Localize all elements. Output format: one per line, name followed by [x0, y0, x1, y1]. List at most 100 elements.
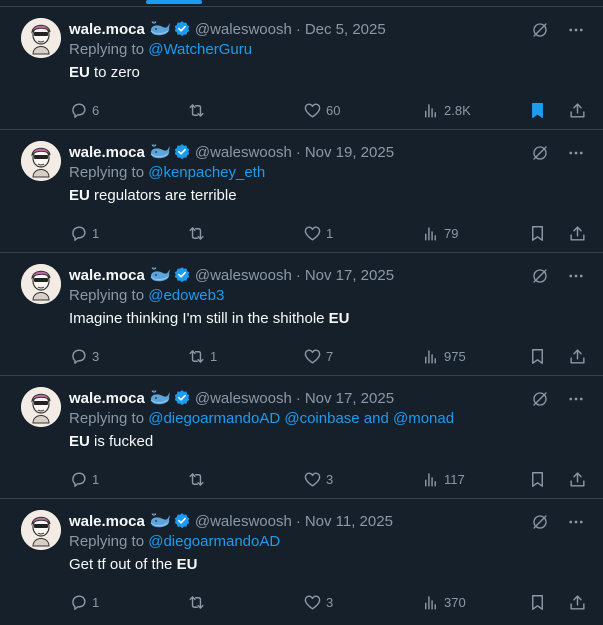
reply-mention-link[interactable]: @diegoarmandoAD — [148, 533, 280, 550]
tweet[interactable]: wale.moca @waleswoosh · — [0, 129, 603, 252]
grok-icon[interactable] — [531, 21, 549, 44]
reply-icon — [69, 347, 88, 366]
tweet-text: Imagine thinking I'm still in the shitho… — [69, 310, 589, 332]
tweet-text-part: EU — [69, 187, 90, 204]
retweet-icon — [187, 470, 206, 489]
bookmark-button[interactable] — [528, 470, 547, 489]
retweet-icon — [187, 101, 206, 120]
more-icon[interactable] — [567, 267, 585, 290]
avatar[interactable] — [21, 141, 61, 181]
verified-badge-icon[interactable] — [173, 266, 191, 284]
timestamp[interactable]: Nov 17, 2025 — [305, 267, 394, 284]
display-name[interactable]: wale.moca — [69, 144, 145, 161]
reply-count: 1 — [92, 472, 100, 487]
timestamp[interactable]: Nov 19, 2025 — [305, 144, 394, 161]
share-button[interactable] — [568, 101, 587, 120]
share-icon — [568, 101, 587, 120]
views-icon — [421, 224, 440, 243]
share-button[interactable] — [568, 224, 587, 243]
share-button[interactable] — [568, 593, 587, 612]
verified-badge-icon[interactable] — [173, 512, 191, 530]
verified-badge-icon[interactable] — [173, 143, 191, 161]
avatar[interactable] — [21, 510, 61, 550]
heart-icon — [303, 101, 322, 120]
views-button[interactable]: 975 — [421, 347, 466, 366]
heart-icon — [303, 224, 322, 243]
like-button[interactable]: 3 — [303, 470, 333, 489]
retweet-icon — [187, 593, 206, 612]
tweet[interactable]: wale.moca @waleswoosh · — [0, 252, 603, 375]
reply-button[interactable]: 1 — [69, 224, 99, 243]
handle[interactable]: @waleswoosh — [195, 513, 292, 530]
display-name[interactable]: wale.moca — [69, 513, 145, 530]
tweet-actions: 3 1 7 975 — [69, 347, 587, 367]
retweet-button[interactable] — [187, 470, 210, 489]
avatar[interactable] — [21, 387, 61, 427]
views-count: 975 — [444, 349, 466, 364]
retweet-button[interactable] — [187, 101, 210, 120]
replying-to: Replying to @WatcherGuru — [69, 41, 589, 62]
more-icon[interactable] — [567, 144, 585, 167]
bookmark-button[interactable] — [528, 593, 547, 612]
tweet[interactable]: wale.moca @waleswoosh · — [0, 498, 603, 621]
tweet[interactable]: wale.moca @waleswoosh · — [0, 6, 603, 129]
tweet[interactable]: wale.moca @waleswoosh · — [0, 375, 603, 498]
display-name[interactable]: wale.moca — [69, 267, 145, 284]
like-button[interactable]: 7 — [303, 347, 333, 366]
grok-icon[interactable] — [531, 513, 549, 536]
views-button[interactable]: 2.8K — [421, 101, 471, 120]
grok-icon[interactable] — [531, 144, 549, 167]
retweet-button[interactable]: 1 — [187, 347, 217, 366]
share-icon — [568, 347, 587, 366]
retweet-button[interactable] — [187, 593, 210, 612]
like-button[interactable]: 60 — [303, 101, 340, 120]
verified-badge-icon[interactable] — [173, 389, 191, 407]
views-button[interactable]: 117 — [421, 470, 465, 489]
reply-button[interactable]: 1 — [69, 593, 99, 612]
like-button[interactable]: 1 — [303, 224, 333, 243]
timestamp[interactable]: Nov 11, 2025 — [305, 513, 393, 530]
views-count: 79 — [444, 226, 459, 241]
avatar[interactable] — [21, 264, 61, 304]
verified-badge-icon[interactable] — [173, 20, 191, 38]
reply-button[interactable]: 3 — [69, 347, 99, 366]
display-name[interactable]: wale.moca — [69, 390, 145, 407]
handle[interactable]: @waleswoosh — [195, 21, 292, 38]
like-button[interactable]: 3 — [303, 593, 333, 612]
reply-mention-link[interactable]: @kenpachey_eth — [148, 164, 265, 181]
display-name[interactable]: wale.moca — [69, 21, 145, 38]
more-icon[interactable] — [567, 513, 585, 536]
views-button[interactable]: 370 — [421, 593, 466, 612]
share-icon — [568, 470, 587, 489]
grok-icon[interactable] — [531, 390, 549, 413]
bookmark-button[interactable] — [528, 224, 547, 243]
heart-icon — [303, 347, 322, 366]
reply-icon — [69, 224, 88, 243]
grok-icon[interactable] — [531, 267, 549, 290]
handle[interactable]: @waleswoosh — [195, 144, 292, 161]
handle[interactable]: @waleswoosh — [195, 390, 292, 407]
more-icon[interactable] — [567, 21, 585, 44]
separator-dot: · — [295, 20, 301, 38]
reply-mention-link[interactable]: @WatcherGuru — [148, 41, 252, 58]
reply-button[interactable]: 6 — [69, 101, 99, 120]
views-button[interactable]: 79 — [421, 224, 458, 243]
separator-dot: · — [295, 389, 301, 407]
reply-mention-link[interactable]: @edoweb3 — [148, 287, 224, 304]
reply-button[interactable]: 1 — [69, 470, 99, 489]
views-icon — [421, 470, 440, 489]
replying-to-label: Replying to — [69, 410, 149, 427]
bookmark-button[interactable] — [528, 347, 547, 366]
timestamp[interactable]: Nov 17, 2025 — [305, 390, 394, 407]
reply-mention-link[interactable]: @diegoarmandoAD @coinbase and @monad — [148, 410, 454, 427]
more-icon[interactable] — [567, 390, 585, 413]
share-button[interactable] — [568, 470, 587, 489]
timestamp[interactable]: Dec 5, 2025 — [305, 21, 386, 38]
bookmark-button[interactable] — [528, 101, 547, 120]
whale-emoji-icon — [149, 21, 171, 37]
handle[interactable]: @waleswoosh — [195, 267, 292, 284]
retweet-button[interactable] — [187, 224, 210, 243]
avatar[interactable] — [21, 18, 61, 58]
tweet-text-part: is fucked — [89, 433, 154, 450]
share-button[interactable] — [568, 347, 587, 366]
